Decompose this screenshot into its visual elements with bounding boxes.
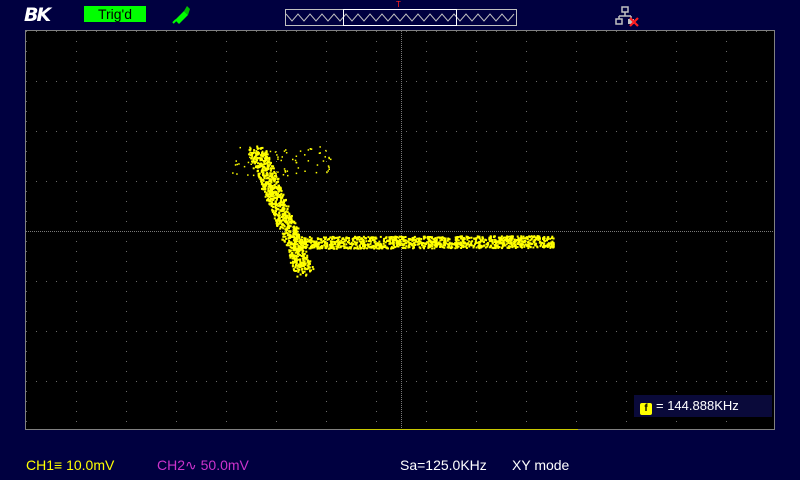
top-bar: BK Trig'd T (0, 0, 800, 30)
sample-rate: Sa=125.0KHz (400, 457, 487, 473)
frequency-readout: f = 144.888KHz (634, 395, 772, 417)
waveform-display (25, 30, 775, 430)
ch1-scale[interactable]: CH1≡ 10.0mV (26, 457, 114, 473)
screen-marker-line (350, 429, 578, 430)
trigger-status-badge: Trig'd (84, 6, 146, 22)
brand-logo: BK (24, 4, 51, 26)
probe-icon (170, 3, 192, 30)
trigger-position-marker: T (396, 0, 401, 9)
network-disconnected-icon (614, 6, 640, 33)
xy-trace (232, 145, 555, 278)
graticule (26, 31, 773, 428)
frequency-icon: f (640, 403, 652, 415)
frequency-value: = 144.888KHz (656, 398, 739, 413)
ch2-scale[interactable]: CH2∿ 50.0mV (157, 457, 249, 474)
status-bar: CH1≡ 10.0mV CH2∿ 50.0mV Sa=125.0KHz XY m… (0, 448, 800, 480)
viewport-window[interactable] (343, 9, 457, 26)
display-mode: XY mode (512, 457, 570, 473)
